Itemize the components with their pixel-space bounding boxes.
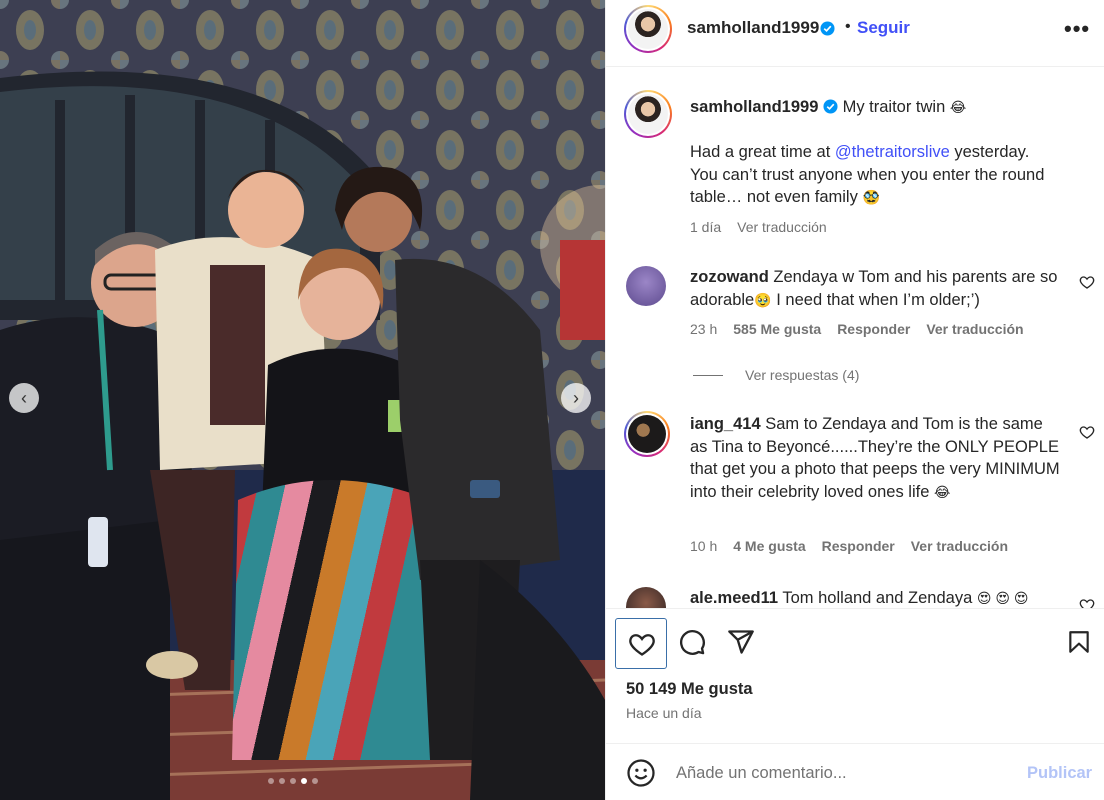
comment-likes[interactable]: 585 Me gusta <box>733 321 821 337</box>
heart-eyes-emoji: 😍 😍 😍 <box>976 590 1029 606</box>
reply-button[interactable]: Responder <box>837 321 910 337</box>
comment-body: Tom holland and Zendaya <box>782 589 973 607</box>
comment-likes[interactable]: 4 Me gusta <box>733 538 805 554</box>
verified-badge-icon <box>820 21 835 36</box>
commenter-avatar[interactable] <box>626 266 666 306</box>
caption-meta: 1 día Ver traducción <box>690 219 827 235</box>
post-timestamp: Hace un día <box>626 705 702 721</box>
comment-time: 23 h <box>690 321 718 337</box>
comments-section[interactable]: samholland1999 My traitor twin 😂 Had a g… <box>606 68 1104 608</box>
carousel-dot <box>312 778 318 784</box>
comment-input[interactable] <box>676 758 1006 788</box>
bookmark-icon[interactable] <box>1066 628 1092 656</box>
commenter-avatar[interactable] <box>624 411 670 457</box>
carousel-dot <box>268 778 274 784</box>
comment-text: ale.meed11 Tom holland and Zendaya 😍 😍 😍 <box>690 587 1060 608</box>
disguise-emoji: 🥸 <box>862 189 880 205</box>
author-username[interactable]: samholland1999 <box>687 18 819 38</box>
comment-heart-icon[interactable] <box>1079 424 1095 440</box>
translate-link[interactable]: Ver traducción <box>926 321 1023 337</box>
post-actions: 50 149 Me gusta Hace un día <box>606 608 1104 743</box>
carousel-dot-active <box>301 778 307 784</box>
caption-mention-link[interactable]: @thetraitorslive <box>835 143 950 161</box>
post-header: samholland1999 • Seguir ••• <box>606 0 1104 67</box>
likes-count[interactable]: 50 149 Me gusta <box>626 680 753 699</box>
comment-username[interactable]: iang_414 <box>690 415 761 433</box>
emoji-icon[interactable] <box>626 758 656 788</box>
translate-link[interactable]: Ver traducción <box>737 219 827 235</box>
reply-button[interactable]: Responder <box>822 538 895 554</box>
comment-meta: 23 h 585 Me gusta Responder Ver traducci… <box>690 321 1024 337</box>
carousel-indicator <box>268 778 318 784</box>
caption-text: samholland1999 My traitor twin 😂 Had a g… <box>690 96 1060 209</box>
carousel-dot <box>279 778 285 784</box>
carousel-next-button[interactable]: › <box>561 383 591 413</box>
comment-body-end: I need that when I’m older;’) <box>771 290 980 309</box>
comment-username[interactable]: zozowand <box>690 268 769 286</box>
comment-time: 10 h <box>690 538 718 554</box>
comment-username[interactable]: ale.meed11 <box>690 589 778 607</box>
author-avatar[interactable] <box>624 5 672 53</box>
comment-text: zozowand Zendaya w Tom and his parents a… <box>690 266 1060 311</box>
verified-badge-icon <box>823 99 838 114</box>
commenter-avatar[interactable] <box>626 587 666 608</box>
follow-button[interactable]: Seguir <box>857 18 910 38</box>
share-icon[interactable] <box>727 628 755 656</box>
comment-heart-icon[interactable] <box>1079 274 1095 290</box>
author-avatar[interactable] <box>624 90 672 138</box>
carousel-prev-button[interactable]: ‹ <box>9 383 39 413</box>
chevron-left-icon: ‹ <box>21 388 27 408</box>
add-comment-bar: Publicar <box>606 743 1104 800</box>
caption-username[interactable]: samholland1999 <box>690 98 818 116</box>
view-replies-label: Ver respuestas (4) <box>745 367 860 383</box>
heart-icon <box>629 634 655 656</box>
like-button[interactable] <box>615 618 667 669</box>
comment-heart-icon[interactable] <box>1079 597 1095 608</box>
comment-meta: 10 h 4 Me gusta Responder Ver traducción <box>690 538 1008 554</box>
view-replies-button[interactable]: Ver respuestas (4) <box>693 367 859 383</box>
caption-title: My traitor twin <box>842 98 946 116</box>
chevron-right-icon: › <box>573 388 579 408</box>
replies-divider <box>693 374 723 376</box>
comment-text: iang_414 Sam to Zendaya and Tom is the s… <box>690 413 1060 503</box>
caption-body-start: Had a great time at <box>690 143 835 161</box>
publish-button[interactable]: Publicar <box>1027 764 1092 783</box>
carousel-dot <box>290 778 296 784</box>
teary-emoji: 🥹 <box>754 291 772 308</box>
translate-link[interactable]: Ver traducción <box>911 538 1008 554</box>
comment-icon[interactable] <box>678 628 706 656</box>
post-side-panel: samholland1999 • Seguir ••• samholland19… <box>605 0 1104 800</box>
more-options-icon[interactable]: ••• <box>1064 16 1090 42</box>
header-separator: • <box>845 18 851 35</box>
laughing-emoji: 😂 <box>933 483 951 500</box>
post-photo-illustration <box>0 0 605 800</box>
caption-time: 1 día <box>690 219 722 235</box>
laughing-emoji: 😂 <box>949 99 967 115</box>
post-photo[interactable]: ‹ › <box>0 0 605 800</box>
